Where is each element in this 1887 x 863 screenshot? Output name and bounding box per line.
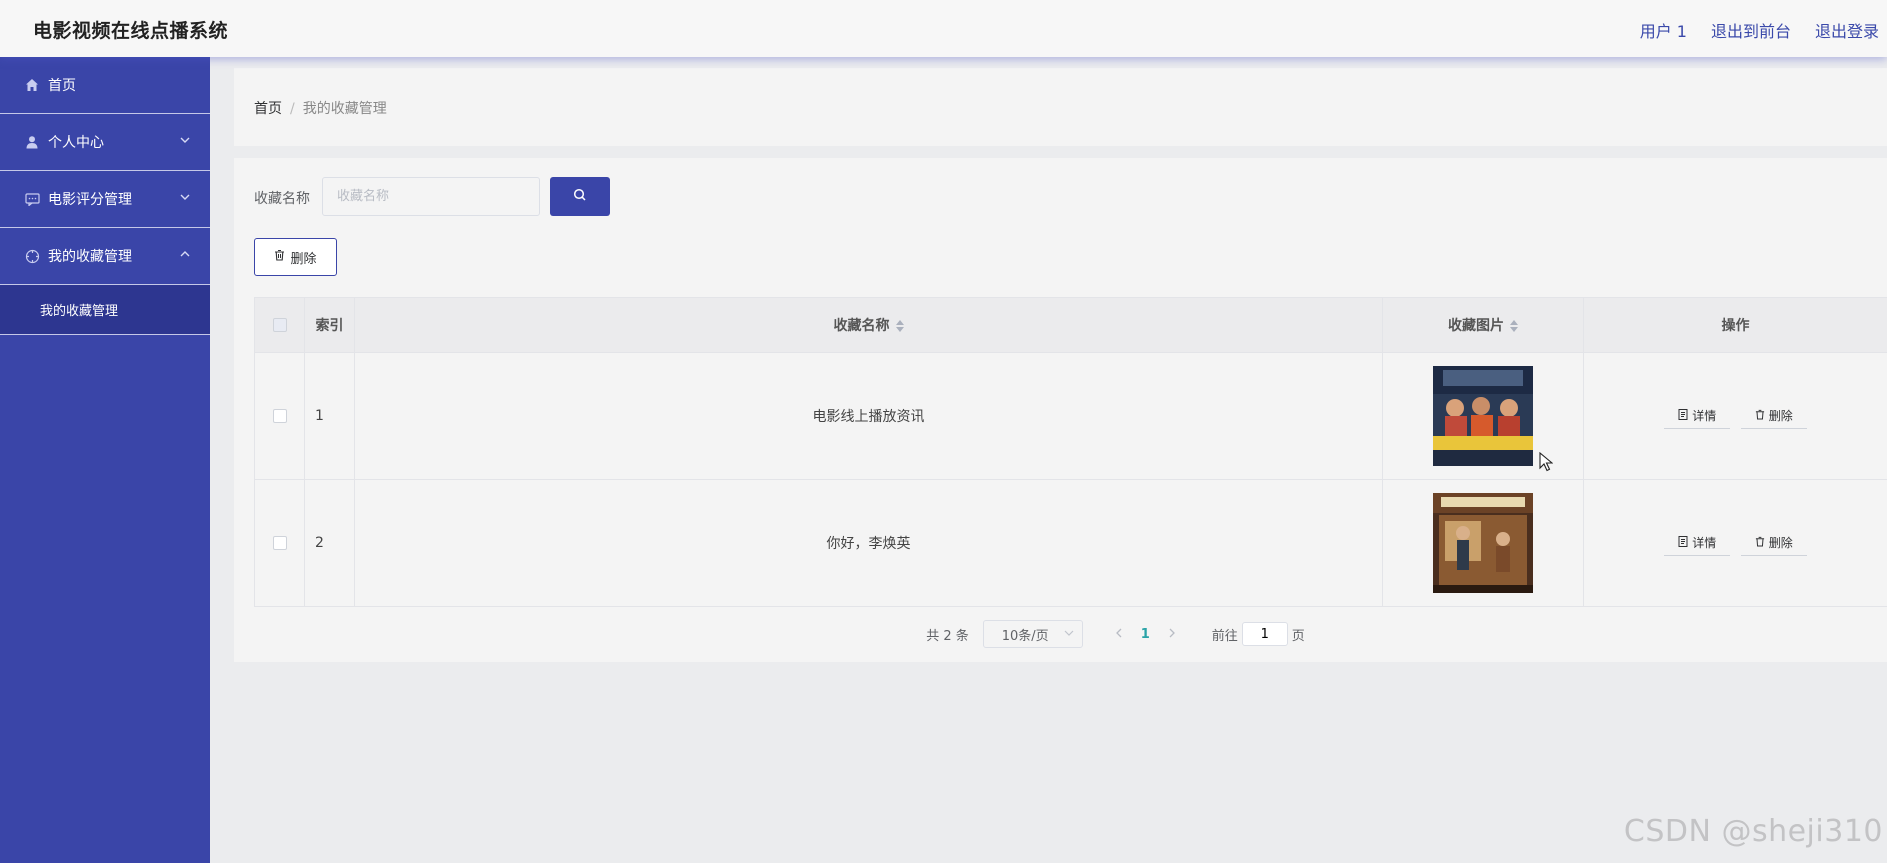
sidebar-item-favorites-management[interactable]: 我的收藏管理: [0, 228, 210, 285]
breadcrumb-current: 我的收藏管理: [302, 101, 387, 117]
pagination: 共 2 条 10条/页 1 前往 页: [234, 620, 1887, 648]
chevron-up-icon: [180, 248, 190, 262]
column-header-index: 索引: [304, 297, 355, 353]
favorites-table: 索引 收藏名称 收藏图片 操作 1 电影线上播放资讯 详情 删除 2 你好，李焕…: [254, 297, 1887, 607]
detail-button[interactable]: 详情: [1664, 530, 1731, 556]
page-size-select[interactable]: 10条/页: [982, 620, 1083, 648]
name-cell: 你好，李焕英: [354, 479, 1383, 607]
sort-icon[interactable]: [895, 320, 904, 332]
pagination-total: 共 2 条: [926, 628, 969, 644]
prev-page-button[interactable]: [1115, 626, 1123, 642]
index-cell: 2: [304, 479, 355, 607]
column-header-name-label: 收藏名称: [833, 318, 890, 334]
goto-prefix: 前往: [1211, 628, 1238, 644]
sidebar-item-home[interactable]: 首页: [0, 57, 210, 114]
sidebar-item-label: 个人中心: [48, 135, 104, 151]
column-header-image-label: 收藏图片: [1448, 318, 1504, 334]
mouse-cursor-icon: [1539, 452, 1553, 472]
user-label[interactable]: 用户 1: [1640, 18, 1687, 42]
table-row: 1 电影线上播放资讯 详情 删除: [254, 352, 1887, 480]
column-header-actions: 操作: [1583, 297, 1887, 353]
sort-icon[interactable]: [1510, 320, 1518, 332]
logout-link[interactable]: 退出登录: [1815, 18, 1879, 42]
actions-cell: 详情 删除: [1583, 352, 1887, 480]
chevron-down-icon: [180, 134, 190, 148]
sidebar-item-label: 我的收藏管理: [48, 249, 132, 265]
sidebar-item-label: 首页: [48, 78, 76, 94]
row-select-cell: [254, 352, 305, 480]
sidebar-item-personal-center[interactable]: 个人中心: [0, 114, 210, 171]
next-page-button[interactable]: [1168, 626, 1176, 642]
trash-icon: [1755, 409, 1765, 423]
page-size-value: 10条/页: [1001, 628, 1049, 644]
delete-button[interactable]: 删除: [1740, 403, 1807, 429]
user-icon: [24, 134, 40, 150]
image-cell: [1382, 352, 1584, 480]
batch-delete-label: 删除: [290, 251, 317, 267]
breadcrumb-container: 首页 / 我的收藏管理: [234, 68, 1887, 146]
chevron-down-icon: [1064, 628, 1074, 641]
sidebar-item-label: 电影评分管理: [48, 192, 132, 208]
row-checkbox[interactable]: [272, 536, 287, 550]
detail-button[interactable]: 详情: [1664, 403, 1731, 429]
detail-label: 详情: [1692, 536, 1717, 550]
column-header-image[interactable]: 收藏图片: [1382, 297, 1584, 353]
index-cell: 1: [304, 352, 355, 480]
breadcrumb-home[interactable]: 首页: [254, 101, 282, 117]
trash-icon: [274, 249, 285, 265]
name-cell: 电影线上播放资讯: [354, 352, 1383, 480]
delete-button[interactable]: 删除: [1740, 530, 1807, 556]
movie-poster-image[interactable]: [1433, 366, 1533, 466]
row-select-cell: [254, 479, 305, 607]
image-cell: [1382, 479, 1584, 607]
exit-to-front-link[interactable]: 退出到前台: [1711, 18, 1791, 42]
select-all-checkbox[interactable]: [272, 318, 287, 332]
search-input[interactable]: [322, 177, 540, 216]
breadcrumb: 首页 / 我的收藏管理: [254, 98, 387, 118]
row-checkbox[interactable]: [272, 409, 287, 423]
document-icon: [1678, 535, 1688, 550]
search-label: 收藏名称: [254, 191, 310, 207]
detail-label: 详情: [1692, 409, 1717, 423]
chat-icon: [24, 191, 40, 207]
batch-delete-button[interactable]: 删除: [254, 238, 337, 276]
delete-label: 删除: [1768, 409, 1793, 423]
search-icon: [573, 188, 587, 206]
watermark: CSDN @sheji310: [1623, 814, 1883, 849]
delete-label: 删除: [1768, 536, 1793, 550]
select-all-cell: [254, 297, 305, 353]
submenu-item-label: 我的收藏管理: [40, 304, 119, 319]
goto-page-input[interactable]: [1241, 622, 1288, 646]
header-actions: 用户 1 退出到前台 退出登录: [1640, 18, 1879, 42]
search-button[interactable]: [550, 177, 610, 216]
current-page-number[interactable]: 1: [1141, 627, 1150, 642]
table-row: 2 你好，李焕英 详情 删除: [254, 479, 1887, 607]
compass-icon: [24, 248, 40, 264]
table-header-row: 索引 收藏名称 收藏图片 操作: [254, 297, 1887, 353]
breadcrumb-separator: /: [290, 101, 295, 117]
column-header-name[interactable]: 收藏名称: [354, 297, 1383, 353]
goto-suffix: 页: [1291, 628, 1305, 644]
top-header: 电影视频在线点播系统 用户 1 退出到前台 退出登录: [0, 0, 1887, 57]
submenu-item-favorites[interactable]: 我的收藏管理: [0, 285, 210, 335]
app-title: 电影视频在线点播系统: [33, 20, 229, 42]
trash-icon: [1755, 536, 1765, 550]
sidebar: 首页 个人中心 电影评分管理 我的收藏管理 我的收藏管理: [0, 57, 210, 863]
chevron-down-icon: [180, 191, 190, 205]
actions-cell: 详情 删除: [1583, 479, 1887, 607]
movie-poster-image[interactable]: [1433, 493, 1533, 593]
document-icon: [1678, 408, 1688, 423]
sidebar-item-rating-management[interactable]: 电影评分管理: [0, 171, 210, 228]
home-icon: [24, 77, 40, 93]
main-panel: 收藏名称 删除 索引 收藏名称 收藏图片 操作 1: [234, 158, 1887, 662]
